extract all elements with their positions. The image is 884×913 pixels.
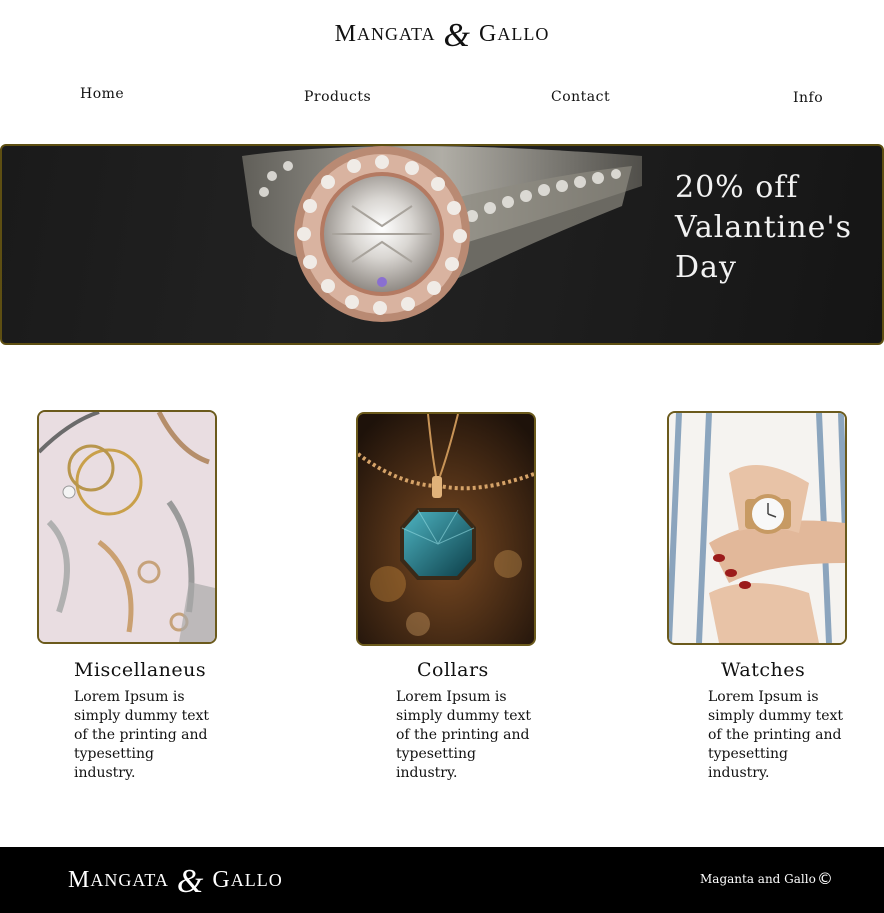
logo-text: ANGATA <box>356 23 436 44</box>
logo-ampersand: & <box>176 863 205 900</box>
nav-home-link[interactable]: Home <box>80 86 124 102</box>
logo-letter: G <box>212 866 231 893</box>
logo-ampersand: & <box>443 17 471 54</box>
card-title-miscellaneous[interactable]: Miscellaneus <box>74 659 206 681</box>
promo-text: 20% off Valantine's Day <box>675 168 875 288</box>
logo-text: ALLO <box>497 23 550 44</box>
logo-text: ALLO <box>230 869 283 890</box>
logo-text: ANGATA <box>90 869 169 890</box>
promo-line: Day <box>675 250 737 285</box>
card-description: Lorem Ipsum is simply dummy text of the … <box>396 689 532 781</box>
copyright-icon: © <box>817 869 833 888</box>
jewelry-pile-image <box>39 412 215 642</box>
watches-image[interactable] <box>667 411 847 645</box>
miscellaneous-image[interactable] <box>37 410 217 644</box>
wristwatch-image <box>669 413 845 643</box>
nav-products-link[interactable]: Products <box>304 89 371 105</box>
collars-image[interactable] <box>356 412 536 646</box>
card-description: Lorem Ipsum is simply dummy text of the … <box>708 689 844 781</box>
footer-copyright-text: Maganta and Gallo <box>700 872 816 886</box>
logo-letter: M <box>334 20 357 47</box>
card-title-collars[interactable]: Collars <box>417 659 489 681</box>
brand-logo[interactable]: M ANGATA & G ALLO <box>0 16 884 54</box>
footer: M ANGATA & G ALLO Maganta and Gallo © <box>0 847 884 913</box>
promo-line: 20% off <box>675 170 799 205</box>
card-title-watches[interactable]: Watches <box>721 659 805 681</box>
logo-letter: M <box>68 866 91 893</box>
logo-letter: G <box>479 20 498 47</box>
pendant-necklace-image <box>358 414 534 644</box>
nav-info-link[interactable]: Info <box>793 90 823 106</box>
nav-contact-link[interactable]: Contact <box>551 89 610 105</box>
footer-brand-logo[interactable]: M ANGATA & G ALLO <box>68 863 283 900</box>
promo-line: Valantine's <box>675 210 852 245</box>
promo-banner[interactable]: 20% off Valantine's Day <box>0 144 884 345</box>
card-description: Lorem Ipsum is simply dummy text of the … <box>74 689 210 781</box>
